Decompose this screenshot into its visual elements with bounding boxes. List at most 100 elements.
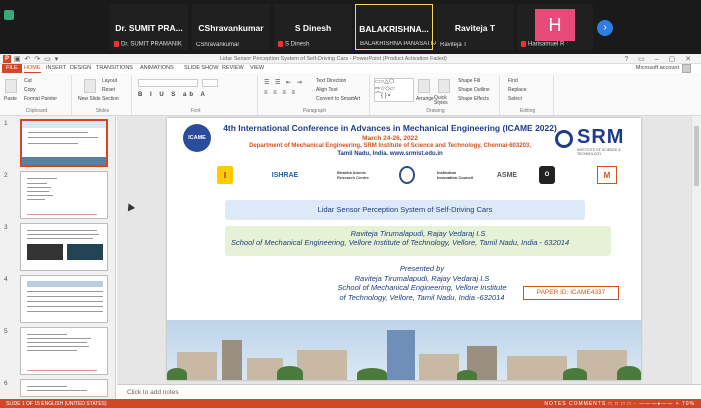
- participant-tile-4[interactable]: BALAKRISHNA... BALAKRISHNA PANASATI-A...: [355, 4, 443, 50]
- list-buttons[interactable]: ☰ ☰ ⇤ ⇥: [264, 79, 304, 86]
- participant-label: Harisamuel R: [521, 41, 564, 48]
- copy-button[interactable]: Copy: [24, 87, 36, 93]
- slide-editor[interactable]: ICAME 2022 4th International Conference …: [117, 116, 691, 384]
- window-titlebar: P ▣ ↶ ↷ ▭ ▾ Lidar Sensor Perception Syst…: [0, 54, 701, 64]
- account-name[interactable]: Microsoft account: [636, 65, 679, 71]
- sponsor-logo-8: M: [597, 166, 617, 184]
- srm-logo-subtitle: INSTITUTE OF SCIENCE & TECHNOLOGY: [577, 148, 621, 156]
- slide-thumbnail-2[interactable]: [20, 171, 108, 219]
- authors: Raviteja Tirumalapudi, Rajay Vedaraj I.S: [350, 229, 486, 238]
- slide-thumbnail-1[interactable]: [20, 119, 108, 167]
- tab-animations[interactable]: ANIMATIONS: [140, 64, 174, 73]
- authors-box[interactable]: Raviteja Tirumalapudi, Rajay Vedaraj I.S…: [225, 226, 611, 256]
- cut-button[interactable]: Cut: [24, 78, 32, 84]
- editing-group: Find Replace Select Editing: [502, 75, 554, 115]
- participant-tile-3[interactable]: S Dinesh S Dinesh: [274, 4, 352, 50]
- font-family-select[interactable]: [138, 79, 198, 87]
- participant-tile-1[interactable]: Dr. SUMIT PRA... Dr. SUMIT PRAMANIK: [110, 4, 188, 50]
- presenter-names: Raviteja Tirumalapudi, Rajay Vedaraj I.S: [354, 273, 490, 283]
- shape-effects-button[interactable]: Shape Effects: [458, 96, 489, 102]
- text-direction-button[interactable]: Text Direction: [316, 78, 346, 84]
- participant-avatar: H: [535, 9, 575, 41]
- vertical-scrollbar[interactable]: [691, 116, 701, 384]
- quick-styles-button[interactable]: Quick Styles: [434, 96, 456, 106]
- paper-title[interactable]: Lidar Sensor Perception System of Self-D…: [225, 200, 585, 220]
- format-painter-button[interactable]: Format Painter: [24, 96, 57, 102]
- conference-title[interactable]: 4th International Conference in Advances…: [215, 123, 565, 133]
- participant-tile-2[interactable]: CShravankumar CShravankumar: [192, 4, 270, 50]
- new-slide-icon[interactable]: [84, 79, 96, 93]
- tab-slide-show[interactable]: SLIDE SHOW: [184, 64, 219, 73]
- tab-view[interactable]: VIEW: [250, 64, 264, 73]
- font-format-buttons[interactable]: B I U S ab A: [138, 92, 208, 98]
- group-label: Editing: [519, 108, 536, 114]
- select-button[interactable]: Select: [508, 96, 522, 102]
- shape-fill-button[interactable]: Shape Fill: [458, 78, 480, 84]
- presented-by-block[interactable]: Presented by Raviteja Tirumalapudi, Raja…: [297, 264, 547, 302]
- meeting-participant-bar: Dr. SUMIT PRA... Dr. SUMIT PRAMANIK CShr…: [0, 0, 701, 54]
- slide-thumbnail-pane[interactable]: 1 2 3 4 5 6: [0, 116, 116, 399]
- align-text-button[interactable]: Align Text: [316, 87, 338, 93]
- layout-button[interactable]: Layout: [102, 78, 117, 84]
- slide-thumbnail-6[interactable]: [20, 379, 108, 397]
- current-slide[interactable]: ICAME 2022 4th International Conference …: [167, 118, 641, 380]
- find-button[interactable]: Find: [508, 78, 518, 84]
- participant-tile-6[interactable]: H Harisamuel R: [517, 4, 593, 50]
- affiliation: School of Mechanical Engineering, Vellor…: [231, 238, 570, 247]
- conference-department[interactable]: Department of Mechanical Engineering, SR…: [215, 143, 565, 149]
- sponsor-logo-1: I: [217, 166, 233, 184]
- notes-pane[interactable]: Click to add notes: [117, 384, 701, 399]
- shapes-gallery[interactable]: ▭○△⬡ ⇨☆◇▱ ⌒{ }⚬: [374, 78, 414, 102]
- participant-name: Raviteja T: [454, 23, 496, 33]
- app-icon[interactable]: [4, 10, 14, 20]
- status-bar: SLIDE 1 OF 15 ENGLISH (UNITED STATES) NO…: [0, 399, 701, 408]
- quick-styles-icon[interactable]: [438, 79, 450, 93]
- account-avatar[interactable]: [682, 64, 691, 73]
- window-title: Lidar Sensor Perception System of Self-D…: [220, 56, 447, 62]
- participant-name: BALAKRISHNA...: [359, 24, 429, 34]
- arrange-icon[interactable]: [418, 79, 430, 93]
- window-controls[interactable]: ? ▭ – ▢ ✕: [624, 55, 695, 63]
- participant-name: Dr. SUMIT PRA...: [115, 23, 183, 33]
- paste-button[interactable]: Paste: [4, 96, 17, 102]
- icame-logo: ICAME 2022: [183, 124, 211, 169]
- notes-placeholder: Click to add notes: [127, 389, 179, 396]
- paper-id-badge[interactable]: PAPER ID: ICAME4337: [523, 286, 619, 300]
- arrange-button[interactable]: Arrange: [416, 96, 434, 102]
- sponsor-logo-ishrae: ISHRAE: [271, 171, 299, 179]
- align-buttons[interactable]: ≡ ≡ ≡ ≡: [264, 90, 297, 96]
- thumb-number: 4: [4, 276, 8, 283]
- group-label: Font: [190, 108, 201, 114]
- tab-design[interactable]: DESIGN: [70, 64, 91, 73]
- next-participants-button[interactable]: ›: [597, 20, 613, 36]
- replace-button[interactable]: Replace: [508, 87, 526, 93]
- slide-thumbnail-5[interactable]: [20, 327, 108, 375]
- paste-icon[interactable]: [5, 79, 17, 93]
- group-label: Paragraph: [302, 108, 327, 114]
- thumb-number: 1: [4, 120, 8, 127]
- scrollbar-thumb[interactable]: [694, 126, 699, 186]
- font-size-select[interactable]: [202, 79, 218, 87]
- tab-home[interactable]: HOME: [24, 64, 41, 73]
- convert-smartart-button[interactable]: Convert to SmartArt: [316, 96, 360, 102]
- drawing-group: ▭○△⬡ ⇨☆◇▱ ⌒{ }⚬ Arrange Quick Styles Shape…: [372, 75, 500, 115]
- slide-thumbnail-3[interactable]: [20, 223, 108, 271]
- quick-access-toolbar[interactable]: ▣ ↶ ↷ ▭ ▾: [14, 55, 59, 63]
- reset-button[interactable]: Reset: [102, 87, 115, 93]
- sponsor-logo-7: O: [539, 166, 555, 184]
- new-slide-button[interactable]: New Slide: [78, 96, 101, 102]
- tab-insert[interactable]: INSERT: [46, 64, 66, 73]
- section-button[interactable]: Section: [102, 96, 119, 102]
- tab-file[interactable]: FILE: [2, 64, 22, 73]
- shape-outline-button[interactable]: Shape Outline: [458, 87, 490, 93]
- conference-date[interactable]: March 24-26, 2022: [215, 135, 565, 142]
- presenter-affiliation-2: of Technology, Vellore, Tamil Nadu, Indi…: [339, 292, 505, 302]
- conference-location[interactable]: Tamil Nadu, India. www.srmist.edu.in: [215, 151, 565, 157]
- tab-review[interactable]: REVIEW: [222, 64, 244, 73]
- presented-by-heading: Presented by: [399, 264, 445, 273]
- status-view-controls[interactable]: NOTES COMMENTS □ □ □ □ - ———●—— + 70%: [544, 401, 695, 407]
- participant-tile-5[interactable]: Raviteja T Raviteja T: [436, 4, 514, 50]
- tab-transitions[interactable]: TRANSITIONS: [96, 64, 133, 73]
- clipboard-group: Paste Cut Copy Format Painter Clipboard: [2, 75, 72, 115]
- slide-thumbnail-4[interactable]: [20, 275, 108, 323]
